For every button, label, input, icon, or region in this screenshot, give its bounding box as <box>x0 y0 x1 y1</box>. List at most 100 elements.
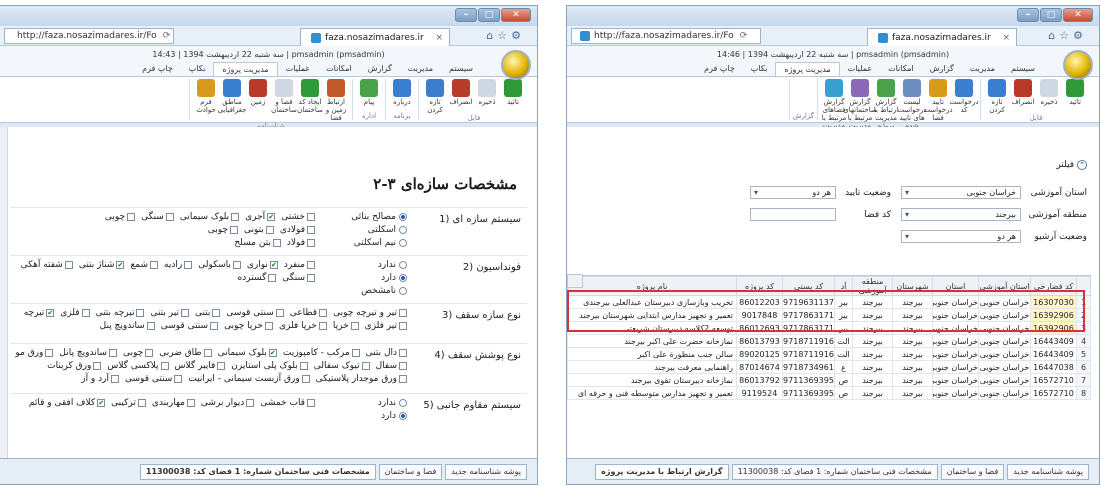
radio-option[interactable]: ندارد <box>378 260 407 270</box>
radio-option[interactable]: ندارد <box>378 398 407 408</box>
checkbox[interactable] <box>203 349 212 357</box>
browser-tab[interactable]: faza.nosazimadares.ir × <box>867 28 1017 46</box>
checkbox[interactable] <box>299 362 308 370</box>
checkbox[interactable] <box>399 322 407 330</box>
checkbox-option[interactable]: سفال <box>376 361 407 371</box>
ribbon-button[interactable]: درباره <box>389 79 415 106</box>
table-row[interactable]: 6 16447038 خراسان جنوبی خراسان جنوبی بیرجند ب… <box>567 360 1091 374</box>
province-select[interactable]: خراسان جنوبی <box>901 186 1021 199</box>
checkbox-option[interactable]: سنگی <box>141 212 174 222</box>
approval-select[interactable]: هر دو <box>750 186 836 199</box>
checkbox-option[interactable]: فولاد <box>287 238 315 248</box>
checkbox-option[interactable]: طاق ضربی <box>159 348 212 358</box>
checkbox[interactable]: ✔ <box>116 261 125 269</box>
bottom-tab[interactable]: گزارش ارتباط با مدیریت پروژه <box>595 463 729 480</box>
column-header[interactable]: استان آموزشی <box>978 276 1031 296</box>
bottom-tab[interactable]: مشخصات فنی ساختمان شماره: 1 فضای کد: 113… <box>139 463 376 480</box>
checkbox-option[interactable]: بتونی <box>244 225 274 235</box>
checkbox-option[interactable]: تیرچه بتنی <box>96 308 145 318</box>
checkbox-option[interactable]: شمع <box>130 260 159 270</box>
checkbox[interactable] <box>212 309 221 317</box>
checkbox[interactable] <box>165 213 174 221</box>
checkbox[interactable] <box>231 213 240 221</box>
checkbox[interactable] <box>145 349 154 357</box>
radio-button[interactable] <box>399 239 407 247</box>
radio-option[interactable]: نامشخص <box>361 286 407 296</box>
ribbon-tab[interactable]: سیستم <box>441 62 481 76</box>
checkbox-option[interactable]: تیر بتنی <box>150 308 189 318</box>
checkbox-option[interactable]: ✔ نواری <box>247 260 278 270</box>
table-row[interactable]: 3 16392906 خراسان جنوبی خراسان جنوبی بیرجند ب… <box>567 321 1091 335</box>
checkbox-option[interactable]: چوبی <box>123 348 154 358</box>
close-button[interactable]: ✕ <box>501 8 531 22</box>
checkbox-option[interactable]: ساندویچ پنل <box>100 321 155 331</box>
checkbox[interactable] <box>127 213 136 221</box>
radio-option[interactable]: دارد <box>381 411 407 421</box>
checkbox-option[interactable]: دال بتنی <box>366 348 407 358</box>
checkbox[interactable] <box>93 362 102 370</box>
column-header[interactable]: منطقه آموزشی <box>852 276 893 296</box>
ribbon-button[interactable]: ایجاد کد ساختمان <box>297 79 323 122</box>
checkbox[interactable] <box>319 309 328 317</box>
checkbox[interactable] <box>264 322 273 330</box>
checkbox[interactable] <box>318 322 327 330</box>
app-logo-orb[interactable] <box>1063 50 1093 80</box>
ribbon-tab[interactable]: گزارش <box>922 62 962 76</box>
checkbox-option[interactable]: تیر و تیرچه چوبی <box>333 308 407 318</box>
checkbox[interactable] <box>301 375 310 383</box>
bottom-tab[interactable]: فضا و ساختمان <box>940 463 1005 480</box>
column-header[interactable]: آد <box>834 276 853 296</box>
checkbox[interactable] <box>81 309 90 317</box>
ribbon-tab[interactable]: مدیریت پروژه <box>213 62 278 76</box>
space-code-input[interactable] <box>750 208 836 221</box>
checkbox-option[interactable]: خرپا <box>333 321 359 331</box>
checkbox[interactable] <box>275 309 284 317</box>
archive-select[interactable]: هر دو <box>901 230 1021 243</box>
checkbox-option[interactable]: ✔ شناژ بتنی <box>79 260 125 270</box>
address-bar[interactable]: http://faza.nosazimadares.ir/Fo ⟳ <box>4 28 174 44</box>
tab-close-icon[interactable]: × <box>435 33 443 43</box>
checkbox[interactable] <box>399 375 407 383</box>
bottom-tab[interactable]: مشخصات فنی ساختمان شماره: 1 فضای کد: 113… <box>731 463 938 480</box>
bottom-tab[interactable]: فضا و ساختمان <box>378 463 443 480</box>
checkbox[interactable] <box>307 213 315 221</box>
checkbox-option[interactable]: تیر فلزی <box>365 321 407 331</box>
ribbon-tab[interactable]: امکانات <box>880 62 922 76</box>
checkbox[interactable] <box>399 309 407 317</box>
checkbox[interactable] <box>229 226 238 234</box>
checkbox[interactable] <box>265 226 274 234</box>
checkbox[interactable]: ✔ <box>267 213 276 221</box>
checkbox[interactable] <box>272 239 281 247</box>
checkbox-option[interactable]: بلوک پلی استایرن <box>231 361 308 371</box>
checkbox-option[interactable]: پلاکسی گلاس <box>107 361 169 371</box>
bottom-tab[interactable]: پوشه شناسنامه جدید <box>445 463 527 480</box>
column-header[interactable]: نام پروژه <box>567 276 737 296</box>
browser-tab[interactable]: faza.nosazimadares.ir × <box>300 28 450 46</box>
search-refresh-icon[interactable]: ⟳ <box>163 31 171 41</box>
checkbox-option[interactable]: تیوک سفالی <box>314 361 370 371</box>
checkbox[interactable] <box>399 349 407 357</box>
table-row[interactable]: 1 16307030 خراسان جنوبی خراسان جنوبی بیرجند ب… <box>567 295 1091 309</box>
ribbon-button[interactable]: تائید <box>1062 79 1088 114</box>
checkbox-option[interactable]: سنتی قوسی <box>125 374 183 384</box>
vertical-scrollbar[interactable] <box>0 127 8 458</box>
table-row[interactable]: 5 16443409 خراسان جنوبی خراسان جنوبی بیرجند ب… <box>567 347 1091 361</box>
checkbox-option[interactable]: بتنی <box>195 308 221 318</box>
ribbon-button[interactable]: تازه کردن <box>422 79 448 114</box>
ribbon-button[interactable]: ارتباط زمین و فضا <box>323 79 349 122</box>
checkbox-option[interactable]: خرپا فلزی <box>279 321 327 331</box>
checkbox-option[interactable]: ✔ بلوک سیمانی <box>218 348 277 358</box>
ribbon-button[interactable]: انصراف <box>1010 79 1036 114</box>
table-row[interactable]: 4 16443409 خراسان جنوبی خراسان جنوبی بیرجند ب… <box>567 334 1091 348</box>
radio-button[interactable] <box>399 274 407 282</box>
checkbox[interactable] <box>160 362 169 370</box>
checkbox[interactable] <box>150 261 159 269</box>
table-row[interactable]: 2 16392906 خراسان جنوبی خراسان جنوبی بیرجند ب… <box>567 308 1091 322</box>
table-row[interactable]: 7 16572710 خراسان جنوبی خراسان جنوبی بیرجند ب… <box>567 373 1091 387</box>
radio-button[interactable] <box>399 287 407 295</box>
ribbon-button[interactable]: زمین <box>245 79 271 122</box>
checkbox[interactable] <box>174 375 183 383</box>
checkbox[interactable] <box>180 309 189 317</box>
checkbox-option[interactable]: خرپا چوبی <box>224 321 273 331</box>
checkbox-option[interactable]: شفته آهکی <box>21 260 73 270</box>
